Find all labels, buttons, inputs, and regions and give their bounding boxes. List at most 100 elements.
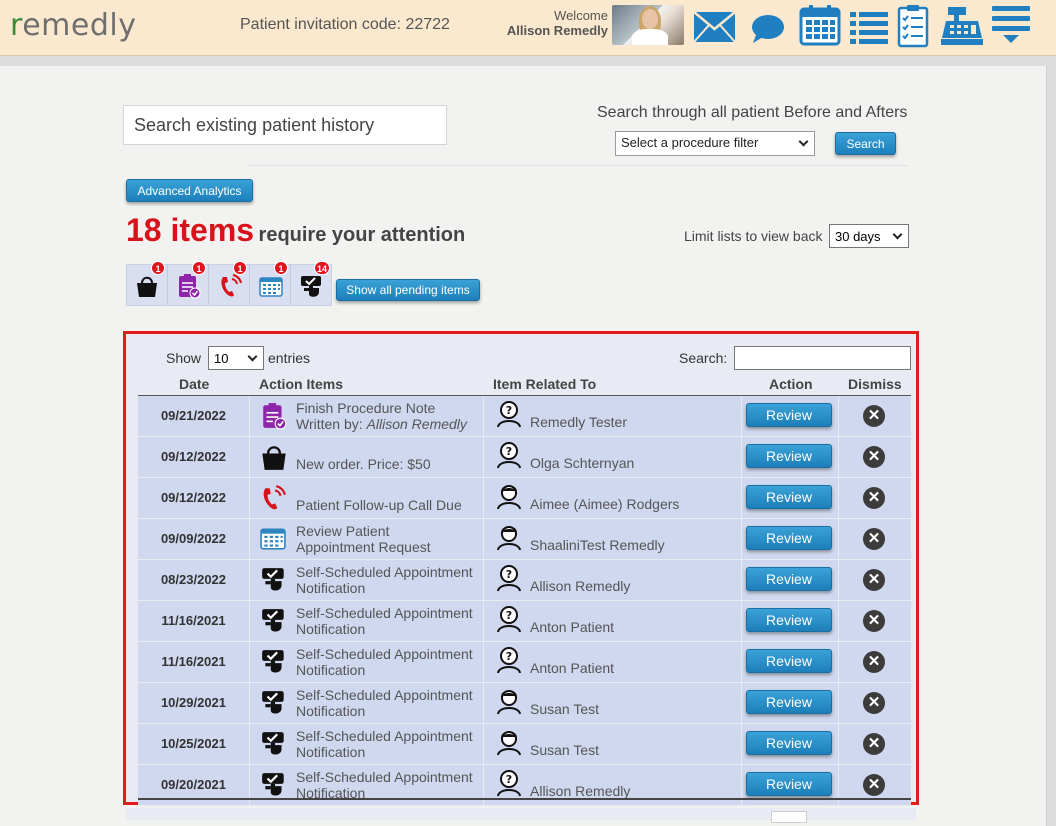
mail-icon[interactable]: [693, 11, 736, 43]
row-action: Review: [742, 478, 839, 518]
calendar-icon[interactable]: [799, 4, 841, 46]
show-label: Show: [166, 350, 202, 366]
row-related-to: Susan Test: [484, 724, 742, 764]
row-dismiss: ✕: [839, 560, 911, 600]
dismiss-icon[interactable]: ✕: [863, 774, 885, 796]
chat-icon[interactable]: [750, 13, 785, 45]
pending-self-scheduled[interactable]: 14: [291, 261, 332, 305]
col-dismiss[interactable]: Dismiss: [848, 376, 902, 392]
row-date: 08/23/2022: [138, 560, 250, 600]
dismiss-icon[interactable]: ✕: [863, 487, 885, 509]
dismiss-icon[interactable]: ✕: [863, 405, 885, 427]
patient-avatar-icon: [496, 523, 522, 551]
review-button[interactable]: Review: [746, 608, 832, 632]
row-action-item: Self-Scheduled Appointment Notification: [250, 601, 484, 641]
procedure-note-icon: [260, 402, 288, 430]
row-related-to: ? Olga Schternyan: [484, 437, 742, 477]
table-search-input[interactable]: [734, 346, 911, 370]
pending-notes[interactable]: 1: [168, 261, 209, 305]
review-button[interactable]: Review: [746, 444, 832, 468]
table-row: 09/12/2022 New order. Price: $50 ? Olga Sch…: [138, 437, 911, 478]
row-dismiss: ✕: [839, 519, 911, 559]
pending-appointments[interactable]: 1: [250, 261, 291, 305]
divider: [248, 165, 908, 166]
dismiss-icon[interactable]: ✕: [863, 446, 885, 468]
related-patient-name[interactable]: Allison Remedly: [530, 578, 630, 594]
related-patient-name[interactable]: ShaaliniTest Remedly: [530, 537, 665, 553]
dismiss-icon[interactable]: ✕: [863, 569, 885, 591]
related-patient-name[interactable]: Remedly Tester: [530, 414, 627, 430]
related-patient-name[interactable]: Anton Patient: [530, 660, 614, 676]
show-all-pending-button[interactable]: Show all pending items: [336, 279, 480, 301]
checklist-icon[interactable]: [897, 4, 929, 48]
appointment-calendar-icon: [260, 525, 288, 553]
remedly-logo[interactable]: remedly: [10, 8, 136, 43]
attention-text: require your attention: [258, 224, 466, 246]
procedure-filter-select[interactable]: Select a procedure filter: [615, 131, 815, 156]
dismiss-icon[interactable]: ✕: [863, 528, 885, 550]
pending-badge: 1: [274, 261, 288, 275]
welcome-label: Welcome: [554, 8, 608, 23]
limit-days-select[interactable]: 30 days: [829, 224, 909, 248]
related-patient-name[interactable]: Allison Remedly: [530, 783, 630, 799]
procedure-note-icon: [179, 274, 201, 299]
review-button[interactable]: Review: [746, 526, 832, 550]
action-item-text: New order. Price: $50: [296, 456, 431, 472]
entries-select[interactable]: 10: [208, 346, 264, 370]
related-patient-name[interactable]: Aimee (Aimee) Rodgers: [530, 496, 679, 512]
review-button[interactable]: Review: [746, 485, 832, 509]
table-bottom-border: [138, 798, 911, 800]
review-button[interactable]: Review: [746, 731, 832, 755]
pending-orders[interactable]: 1: [127, 261, 168, 305]
row-date: 09/12/2022: [138, 478, 250, 518]
review-button[interactable]: Review: [746, 649, 832, 673]
advanced-analytics-button[interactable]: Advanced Analytics: [126, 179, 253, 202]
pending-calls[interactable]: 1: [209, 261, 250, 305]
attention-count: 18 items: [126, 212, 255, 248]
col-action[interactable]: Action: [769, 376, 813, 392]
row-related-to: ? Allison Remedly: [484, 560, 742, 600]
menu-icon[interactable]: [991, 4, 1031, 46]
related-patient-name[interactable]: Olga Schternyan: [530, 455, 634, 471]
pending-badge: 14: [313, 261, 330, 275]
row-date: 09/12/2022: [138, 437, 250, 477]
col-related[interactable]: Item Related To: [493, 376, 596, 392]
dismiss-icon[interactable]: ✕: [863, 692, 885, 714]
limit-label: Limit lists to view back: [684, 228, 823, 244]
row-date: 09/09/2022: [138, 519, 250, 559]
table-search-label: Search:: [679, 350, 728, 366]
dismiss-icon[interactable]: ✕: [863, 610, 885, 632]
patient-history-search-input[interactable]: [123, 105, 447, 145]
review-button[interactable]: Review: [746, 772, 832, 796]
row-dismiss: ✕: [839, 683, 911, 723]
dismiss-icon[interactable]: ✕: [863, 651, 885, 673]
col-action-items[interactable]: Action Items: [259, 376, 343, 392]
row-date: 10/29/2021: [138, 683, 250, 723]
self-schedule-icon: [260, 730, 288, 758]
search-button[interactable]: Search: [835, 132, 896, 155]
row-related-to: ShaaliniTest Remedly: [484, 519, 742, 559]
col-date[interactable]: Date: [179, 376, 209, 392]
patient-avatar-icon: [496, 482, 522, 510]
top-header: remedly Patient invitation code: 22722 W…: [0, 0, 1056, 56]
review-button[interactable]: Review: [746, 690, 832, 714]
shopping-bag-icon: [260, 443, 288, 471]
phone-call-icon: [260, 484, 288, 512]
dismiss-icon[interactable]: ✕: [863, 733, 885, 755]
review-button[interactable]: Review: [746, 403, 832, 427]
pagination-box[interactable]: [771, 811, 807, 823]
row-dismiss: ✕: [839, 642, 911, 682]
review-button[interactable]: Review: [746, 567, 832, 591]
related-patient-name[interactable]: Anton Patient: [530, 619, 614, 635]
list-icon[interactable]: [849, 9, 889, 45]
cash-register-icon[interactable]: [940, 6, 984, 46]
row-action: Review: [742, 560, 839, 600]
svg-text:?: ?: [506, 773, 512, 786]
related-patient-name[interactable]: Susan Test: [530, 742, 599, 758]
related-patient-name[interactable]: Susan Test: [530, 701, 599, 717]
appointment-calendar-icon: [259, 277, 283, 297]
user-avatar[interactable]: [612, 5, 684, 45]
user-name: Allison Remedly: [506, 23, 608, 38]
row-action: Review: [742, 724, 839, 764]
chevron-down-icon: [798, 136, 809, 147]
